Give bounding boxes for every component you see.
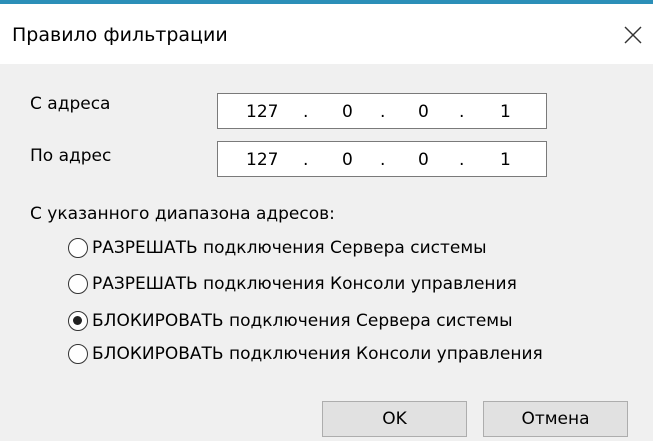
to-address-label: По адрес	[30, 146, 112, 166]
filter-rule-dialog: Правило фильтрации С адреса 127 . 0 . 0 …	[0, 0, 653, 441]
ip-separator: .	[459, 102, 465, 122]
to-octet-1[interactable]: 127	[246, 150, 278, 170]
radio-button[interactable]	[68, 274, 88, 294]
from-address-input[interactable]: 127 . 0 . 0 . 1	[217, 93, 547, 129]
radio-button-selected[interactable]	[68, 311, 88, 331]
to-octet-3[interactable]: 0	[418, 150, 429, 170]
radio-block-console[interactable]: БЛОКИРОВАТЬ подключения Консоли управлен…	[68, 342, 543, 366]
radio-button[interactable]	[68, 238, 88, 258]
titlebar[interactable]: Правило фильтрации	[0, 4, 653, 64]
ok-button[interactable]: OK	[322, 401, 467, 437]
ip-separator: .	[380, 150, 386, 170]
close-button[interactable]	[616, 18, 650, 52]
cancel-button[interactable]: Отмена	[483, 401, 628, 437]
from-address-label: С адреса	[30, 94, 111, 114]
to-octet-4[interactable]: 1	[500, 150, 511, 170]
radio-button[interactable]	[68, 344, 88, 364]
ip-separator: .	[303, 150, 309, 170]
ip-separator: .	[459, 150, 465, 170]
from-octet-1[interactable]: 127	[246, 102, 278, 122]
ip-separator: .	[380, 102, 386, 122]
radio-label: РАЗРЕШАТЬ подключения Консоли управления	[92, 274, 517, 294]
radio-allow-console[interactable]: РАЗРЕШАТЬ подключения Консоли управления	[68, 272, 517, 296]
range-group-label: С указанного диапазона адресов:	[30, 204, 335, 224]
radio-label: РАЗРЕШАТЬ подключения Сервера системы	[92, 238, 487, 258]
from-octet-4[interactable]: 1	[500, 102, 511, 122]
radio-label: БЛОКИРОВАТЬ подключения Сервера системы	[92, 311, 513, 331]
from-octet-2[interactable]: 0	[342, 102, 353, 122]
radio-block-server[interactable]: БЛОКИРОВАТЬ подключения Сервера системы	[68, 309, 513, 333]
to-address-input[interactable]: 127 . 0 . 0 . 1	[217, 141, 547, 177]
radio-allow-server[interactable]: РАЗРЕШАТЬ подключения Сервера системы	[68, 236, 487, 260]
dialog-title: Правило фильтрации	[12, 24, 228, 46]
from-octet-3[interactable]: 0	[418, 102, 429, 122]
close-icon	[624, 26, 642, 44]
ip-separator: .	[303, 102, 309, 122]
to-octet-2[interactable]: 0	[342, 150, 353, 170]
radio-label: БЛОКИРОВАТЬ подключения Консоли управлен…	[92, 344, 543, 364]
